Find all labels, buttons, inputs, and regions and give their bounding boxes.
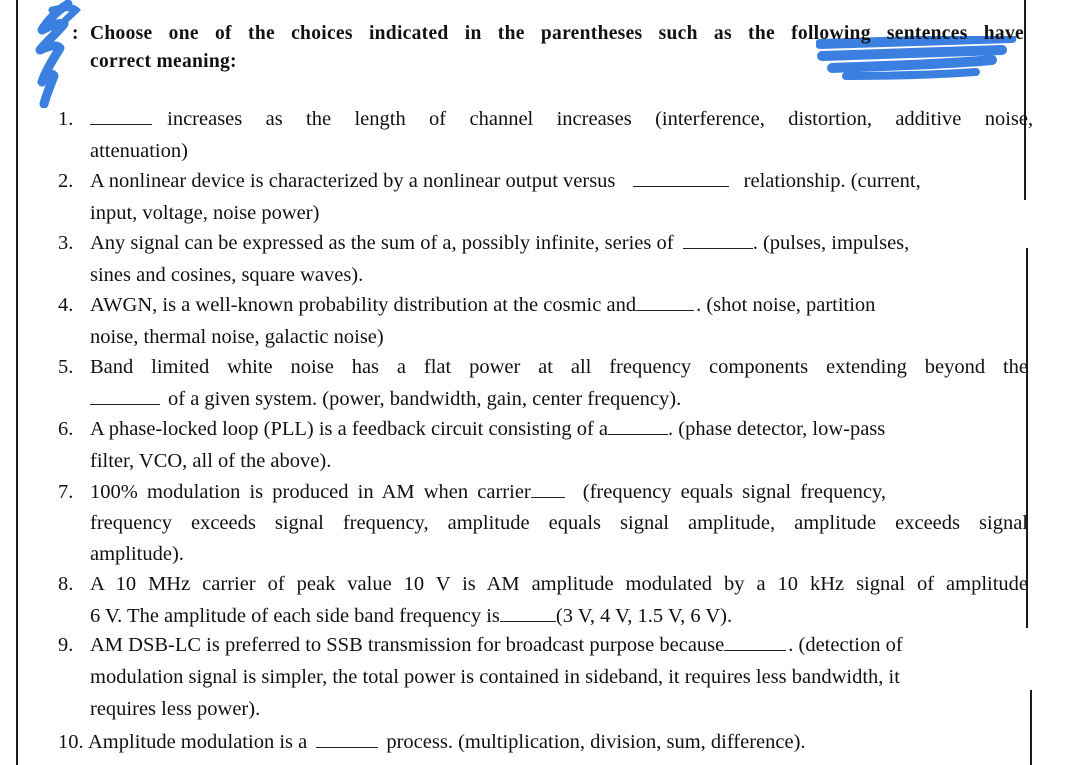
question-number: 2. bbox=[58, 170, 74, 192]
question-text: . (phase detector, low-pass bbox=[668, 418, 886, 440]
answer-blank[interactable] bbox=[724, 649, 787, 651]
question-text: Band limited white noise has a flat powe… bbox=[90, 356, 1028, 378]
question-text: . (shot noise, partition bbox=[696, 294, 876, 316]
page-border-left bbox=[16, 0, 18, 765]
heading-line-1: Choose one of the choices indicated in t… bbox=[90, 23, 1024, 44]
question-text: increases as the length of channel incre… bbox=[167, 108, 1034, 130]
question-text: requires less power). bbox=[90, 698, 261, 720]
question-text: relationship. (current, bbox=[743, 170, 921, 192]
question-text: 100% modulation is produced in AM when c… bbox=[90, 481, 531, 503]
heading-line-2: correct meaning: bbox=[90, 51, 237, 72]
question-text: Amplitude modulation is a bbox=[88, 731, 308, 753]
question-number: 3. bbox=[58, 232, 74, 254]
question-number: 9. bbox=[58, 634, 74, 656]
answer-blank[interactable] bbox=[682, 247, 753, 249]
answer-blank[interactable] bbox=[316, 746, 379, 748]
question-text: A nonlinear device is characterized by a… bbox=[90, 170, 616, 192]
question-text: (3 V, 4 V, 1.5 V, 6 V). bbox=[555, 605, 733, 627]
question-number: 8. bbox=[58, 573, 74, 595]
question-number: 4. bbox=[58, 294, 74, 316]
answer-blank[interactable] bbox=[608, 433, 669, 435]
answer-blank[interactable] bbox=[90, 123, 152, 125]
page-border-right bbox=[1030, 690, 1032, 765]
question-text: (frequency equals signal frequency, bbox=[582, 481, 886, 503]
question-text: noise, thermal noise, galactic noise) bbox=[90, 326, 384, 348]
answer-blank[interactable] bbox=[636, 309, 695, 311]
instructions-heading: : Choose one of the choices indicated in… bbox=[72, 20, 1030, 76]
redaction-scribble bbox=[35, 0, 81, 108]
question-text: sines and cosines, square waves). bbox=[90, 264, 364, 286]
question-number: 10. bbox=[58, 731, 84, 753]
question-text: input, voltage, noise power) bbox=[90, 202, 320, 224]
answer-blank[interactable] bbox=[90, 403, 160, 405]
question-number: 7. bbox=[58, 481, 74, 503]
question-text: AM DSB-LC is preferred to SSB transmissi… bbox=[90, 634, 725, 656]
question-text: modulation signal is simpler, the total … bbox=[90, 666, 900, 688]
question-text: filter, VCO, all of the above). bbox=[90, 450, 332, 472]
question-text: 6 V. The amplitude of each side band fre… bbox=[90, 605, 500, 627]
question-text: of a given system. (power, bandwidth, ga… bbox=[168, 388, 682, 410]
question-text: process. (multiplication, division, sum,… bbox=[386, 731, 806, 753]
question-number: 1. bbox=[58, 108, 74, 130]
question-text: attenuation) bbox=[90, 140, 188, 162]
answer-blank[interactable] bbox=[632, 185, 729, 187]
question-text: . (pulses, impulses, bbox=[752, 232, 910, 254]
question-text: . (detection of bbox=[788, 634, 903, 656]
heading-prefix: : bbox=[72, 23, 79, 44]
question-text: frequency exceeds signal frequency, ampl… bbox=[90, 512, 1028, 534]
question-text: AWGN, is a well-known probability distri… bbox=[90, 294, 637, 316]
question-text: amplitude). bbox=[90, 543, 184, 565]
question-number: 5. bbox=[58, 356, 74, 378]
question-number: 6. bbox=[58, 418, 74, 440]
question-text: A phase-locked loop (PLL) is a feedback … bbox=[90, 418, 609, 440]
question-text: A 10 MHz carrier of peak value 10 V is A… bbox=[90, 573, 1028, 595]
answer-blank[interactable] bbox=[499, 620, 556, 622]
question-text: Any signal can be expressed as the sum o… bbox=[90, 232, 674, 254]
answer-blank[interactable] bbox=[530, 496, 565, 498]
